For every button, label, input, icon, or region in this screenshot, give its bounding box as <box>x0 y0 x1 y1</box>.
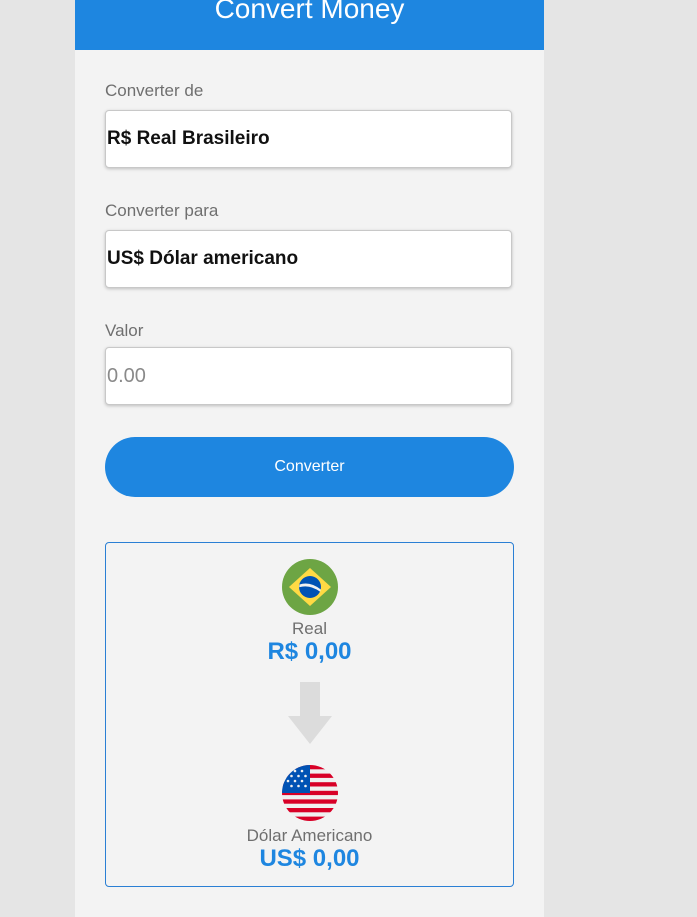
to-currency-value: US$ Dólar americano <box>107 248 299 269</box>
from-currency-label: Converter de <box>105 81 204 100</box>
app-header: Convert Money <box>75 0 544 50</box>
from-currency-amount: R$ 0,00 <box>267 638 352 665</box>
to-currency-select[interactable]: US$ Dólar americano <box>105 230 512 288</box>
arrow-down-icon <box>288 682 332 744</box>
converter-app: Convert Money Converter de R$ Real Brasi… <box>75 0 544 917</box>
from-currency-select[interactable]: R$ Real Brasileiro <box>105 110 512 168</box>
from-currency-name: Real <box>292 619 327 638</box>
to-currency-name: Dólar Americano <box>246 826 373 845</box>
from-currency-value: R$ Real Brasileiro <box>107 128 270 149</box>
convert-button[interactable]: Converter <box>105 437 514 497</box>
page-title: Convert Money <box>214 0 405 24</box>
to-currency-amount: US$ 0,00 <box>259 845 360 872</box>
brazil-flag-icon <box>282 559 338 615</box>
to-currency-label: Converter para <box>105 201 219 220</box>
usa-flag-icon <box>282 765 338 821</box>
amount-label: Valor <box>105 321 144 340</box>
result-panel: Real R$ 0,00 Dólar Americano US$ 0,00 <box>105 542 514 887</box>
amount-input[interactable] <box>105 347 512 405</box>
